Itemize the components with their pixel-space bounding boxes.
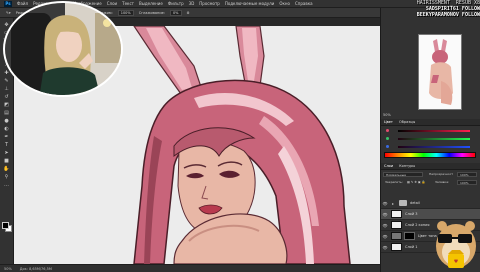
pen-tool-icon[interactable]: ✒ [2, 134, 11, 140]
svg-text:♥: ♥ [454, 259, 459, 265]
eye-icon[interactable]: 👁 [381, 201, 389, 206]
eye-icon[interactable]: 👁 [381, 212, 389, 217]
status-bar: 50% Док: 8,65M/76,5M [0, 264, 380, 272]
tab-layers[interactable]: Слои [384, 164, 393, 168]
blend-mode-select[interactable]: Нормальные [383, 172, 423, 177]
hamster-image: ♥ [436, 221, 476, 268]
webcam-scene [5, 3, 121, 95]
color-panel-header: Цвет Образцы [381, 119, 480, 126]
streamer-webcam-overlay [3, 1, 123, 97]
navigator-zoom-readout[interactable]: 50% [383, 113, 391, 117]
layer-controls: Нормальные Непрозрачность: 100% Закрепит… [383, 172, 478, 194]
menu-select[interactable]: Выделение [139, 1, 163, 6]
tab-color[interactable]: Цвет [384, 120, 393, 124]
red-slider[interactable] [398, 130, 470, 132]
layer-name: Слой 1 [405, 245, 418, 249]
stream-alerts-overlay: HAIRISSMENT_ RESUB X8 SADSPIRIT61 FOLLOW… [392, 0, 480, 34]
blue-dot [386, 145, 389, 148]
green-dot [386, 137, 389, 140]
layers-panel-header: Слои Контуры [381, 163, 480, 170]
path-selection-tool-icon[interactable]: ➤ [2, 150, 11, 156]
color-spectrum-ramp[interactable] [384, 152, 476, 158]
zoom-tool-icon[interactable]: ⚲ [2, 174, 11, 180]
blur-tool-icon[interactable]: ● [2, 118, 11, 124]
foreground-color-swatch[interactable] [2, 222, 9, 229]
hue-dot [386, 129, 389, 132]
lock-icons[interactable]: ▦✎✥▣🔒 [405, 180, 425, 185]
blue-slider[interactable] [398, 146, 470, 148]
fill-label: Заливка: [435, 180, 450, 184]
hamster-sticker: ♥ [430, 210, 480, 272]
eye-icon[interactable]: 👁 [381, 245, 389, 250]
layer-name: detail [410, 201, 420, 205]
more-tools-icon[interactable]: … [2, 182, 11, 188]
layer-name: Слой 2 копия [405, 223, 430, 227]
fill-input[interactable]: 100% [457, 180, 477, 185]
status-doc-size: Док: 8,65M/76,5M [19, 266, 52, 271]
shape-tool-icon[interactable]: ■ [2, 158, 11, 164]
folder-icon [399, 200, 407, 206]
dodge-tool-icon[interactable]: ◐ [2, 126, 11, 132]
lock-label: Закрепить: [385, 180, 403, 184]
navigator-preview [419, 35, 461, 109]
smoothing-input[interactable]: 0% [169, 9, 182, 16]
menu-help[interactable]: Справка [295, 1, 313, 6]
menu-3d[interactable]: 3D [189, 1, 195, 6]
menu-plugins[interactable]: Подключаемые модули [225, 1, 275, 6]
gradient-tool-icon[interactable]: ▤ [2, 110, 11, 116]
layer-opacity-input[interactable]: 100% [457, 172, 477, 177]
layer-mask-thumbnail [404, 232, 415, 240]
eye-icon[interactable]: 👁 [381, 234, 389, 239]
smoothing-label: Сглаживание: [138, 10, 165, 15]
menu-type[interactable]: Текст [122, 1, 134, 6]
menu-filter[interactable]: Фильтр [168, 1, 184, 6]
layer-thumbnail [391, 210, 402, 218]
hud-follow-line-2: BEEKYPARAMONOV FOLLOW [416, 12, 480, 18]
navigator-thumbnail[interactable] [418, 34, 462, 110]
layer-opacity-label: Непрозрачность: [429, 172, 453, 176]
menu-window[interactable]: Окно [279, 1, 290, 6]
layer-thumbnail [391, 243, 402, 251]
disclosure-arrow-icon[interactable]: ▸ [389, 201, 397, 206]
menu-view[interactable]: Просмотр [199, 1, 220, 6]
status-zoom[interactable]: 50% [4, 267, 12, 271]
tab-paths[interactable]: Контуры [399, 164, 415, 168]
green-slider[interactable] [398, 138, 470, 140]
settings-gear-icon[interactable]: ⚙ [187, 11, 190, 15]
layer-thumbnail [391, 221, 402, 229]
adjustment-icon [391, 232, 402, 240]
eye-icon[interactable]: 👁 [381, 223, 389, 228]
type-tool-icon[interactable]: T [2, 142, 11, 148]
layer-name: Слой 3 [405, 212, 418, 216]
eraser-tool-icon[interactable]: ◩ [2, 102, 11, 108]
layer-row[interactable]: 👁 ▸ detail [381, 198, 480, 209]
hand-tool-icon[interactable]: ✋ [2, 166, 11, 172]
tab-swatches[interactable]: Образцы [399, 120, 415, 124]
